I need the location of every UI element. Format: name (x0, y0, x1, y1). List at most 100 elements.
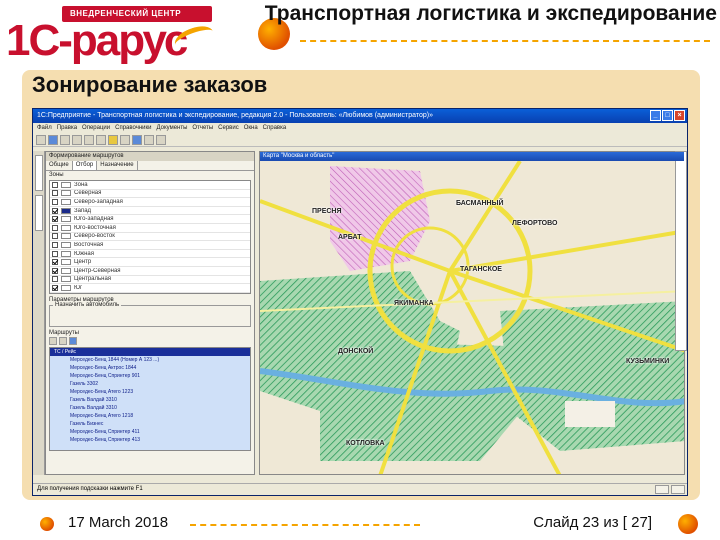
routing-panel-title: Формирование маршрутов (46, 152, 254, 161)
zone-row[interactable]: Северо-западная (50, 198, 250, 207)
zone-row[interactable]: Зона (50, 181, 250, 190)
route-row[interactable]: Газель Валдай 3310 (50, 404, 250, 412)
tab-assignment[interactable]: Назначение (97, 161, 138, 170)
menu-item[interactable]: Окна (244, 125, 258, 134)
zone-color-swatch (61, 198, 71, 205)
zone-row[interactable]: Юго-восточная (50, 224, 250, 233)
zone-row[interactable]: Восточная (50, 241, 250, 250)
zone-checkbox[interactable] (52, 241, 58, 248)
menu-item[interactable]: Файл (37, 125, 52, 134)
route-row[interactable]: Мерседес-Бенц Спринтер 901 (50, 372, 250, 380)
minimize-icon[interactable]: _ (650, 110, 661, 121)
menu-item[interactable]: Отчеты (192, 125, 213, 134)
close-icon[interactable]: × (674, 110, 685, 121)
route-row[interactable]: Мерседес-Бенц Спринтер 411 (50, 428, 250, 436)
zone-color-swatch (61, 190, 71, 197)
zone-checkbox[interactable] (52, 250, 58, 257)
route-row[interactable]: Мерседес-Бенц Атего 1218 (50, 412, 250, 420)
zone-name: Юго-западная (74, 216, 114, 223)
menu-item[interactable]: Правка (57, 125, 77, 134)
footer-ball-icon (678, 514, 698, 534)
section-title: Зонирование заказов (32, 72, 268, 97)
menu-item[interactable]: Сервис (218, 125, 239, 134)
zone-row[interactable]: Северная (50, 190, 250, 199)
district-label: ТАГАНСКОЕ (460, 266, 502, 273)
open-icon[interactable] (48, 135, 58, 145)
zone-checkbox[interactable] (52, 181, 58, 188)
slide-date: 17 March 2018 (68, 514, 169, 531)
route-row[interactable]: Газель Валдай 3310 (50, 396, 250, 404)
routing-panel: Формирование маршрутов Общие Отбор Назна… (45, 151, 255, 475)
paste-icon[interactable] (96, 135, 106, 145)
routes-header[interactable]: ТС / Рейс (50, 348, 250, 356)
zone-name: Северо-восток (74, 233, 115, 240)
zones-list: Зона Северная Северо-западная Запад Юго-запа… (49, 180, 251, 294)
menu-item[interactable]: Справка (263, 125, 287, 134)
save-icon[interactable] (60, 135, 70, 145)
zone-row[interactable]: Центр (50, 258, 250, 267)
zone-row[interactable]: Запад (50, 207, 250, 216)
window-titlebar: 1С:Предприятие - Транспортная логистика … (33, 109, 687, 123)
route-row[interactable]: Газель 3302 (50, 380, 250, 388)
footer-divider (190, 524, 420, 526)
menu-item[interactable]: Операции (82, 125, 110, 134)
left-vertical-tabs (33, 151, 45, 475)
route-row[interactable]: Мерседес-Бенц Актрос 1844 (50, 364, 250, 372)
calculator-icon[interactable] (132, 135, 142, 145)
vertical-tab-2[interactable] (35, 195, 43, 231)
footer-bullet-icon (40, 517, 54, 531)
calendar-icon[interactable] (144, 135, 154, 145)
zone-checkbox[interactable] (52, 224, 58, 231)
maximize-icon[interactable]: □ (662, 110, 673, 121)
refresh-icon[interactable] (69, 337, 77, 345)
delete-route-icon[interactable] (59, 337, 67, 345)
copy-icon[interactable] (84, 135, 94, 145)
zone-row[interactable]: Юго-западная (50, 215, 250, 224)
zone-row[interactable]: Северо-восток (50, 233, 250, 242)
menu-item[interactable]: Документы (156, 125, 187, 134)
zone-row[interactable]: Южная (50, 250, 250, 259)
district-label: ЛЕФОРТОВО (512, 220, 558, 227)
zone-row[interactable]: Центральная (50, 276, 250, 285)
route-row[interactable]: Мерседес-Бенц Атего 1223 (50, 388, 250, 396)
right-vertical-tab[interactable] (675, 151, 687, 351)
route-row[interactable]: Мерседес-Бенц Спринтер 413 (50, 436, 250, 444)
tab-filter[interactable]: Отбор (72, 161, 98, 170)
zone-name: Северо-западная (74, 198, 123, 205)
zone-color-swatch (61, 241, 71, 248)
zone-checkbox[interactable] (52, 198, 58, 205)
zone-checkbox[interactable] (52, 216, 58, 223)
add-route-icon[interactable] (49, 337, 57, 345)
map-legend-box (565, 401, 615, 427)
new-icon[interactable] (36, 135, 46, 145)
routing-tabs: Общие Отбор Назначение (46, 161, 254, 171)
search-icon[interactable] (108, 135, 118, 145)
district-label: ПРЕСНЯ (312, 208, 342, 215)
zone-color-swatch (61, 250, 71, 257)
route-row[interactable]: Мерседес-Бенц 1844 (Номер А 123 ...) (50, 356, 250, 364)
slide-title: Транспортная логистика и экспедирование (264, 2, 717, 25)
zone-color-swatch (61, 207, 71, 214)
zone-row[interactable]: Юг (50, 284, 250, 293)
zone-row[interactable]: Центр-Северная (50, 267, 250, 276)
menu-item[interactable]: Справочники (115, 125, 151, 134)
zone-checkbox[interactable] (52, 190, 58, 197)
route-row[interactable]: Газель Бизнес (50, 420, 250, 428)
help-icon[interactable] (156, 135, 166, 145)
zone-checkbox[interactable] (52, 233, 58, 240)
district-label: БАСМАННЫЙ (456, 200, 504, 207)
tab-general[interactable]: Общие (46, 161, 73, 170)
zone-checkbox[interactable] (52, 284, 58, 291)
zone-name: Запад (74, 207, 92, 214)
zone-name: Юг (74, 284, 83, 291)
zone-checkbox[interactable] (52, 276, 58, 283)
print-icon[interactable] (120, 135, 130, 145)
window-title: 1С:Предприятие - Транспортная логистика … (37, 112, 433, 119)
map-view[interactable]: Карта "Москва и область" ПРЕСНЯ БАСМАННЫ… (259, 151, 685, 475)
vertical-tab-1[interactable] (35, 155, 43, 191)
zone-checkbox[interactable] (52, 267, 58, 274)
cut-icon[interactable] (72, 135, 82, 145)
zone-checkbox[interactable] (52, 207, 58, 214)
zone-checkbox[interactable] (52, 259, 58, 266)
caps-indicator (655, 485, 669, 494)
